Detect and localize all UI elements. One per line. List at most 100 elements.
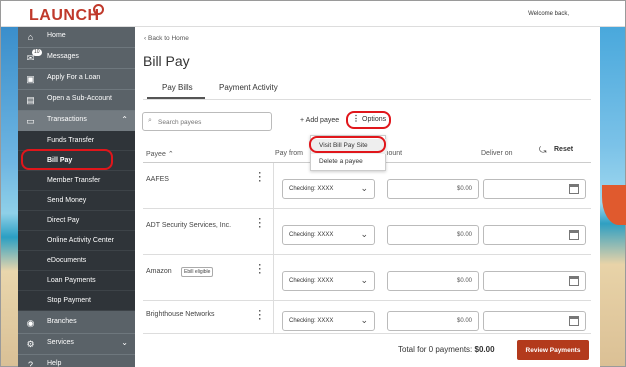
sidebar-subitem-stop-payment[interactable]: Stop Payment: [18, 291, 135, 311]
table-row: Amazon Ebill eligible · · · Checking: XXXX…: [143, 255, 591, 301]
chevron-down-icon: ⌄: [360, 183, 368, 193]
row-menu-icon[interactable]: · · ·: [257, 307, 263, 324]
sidebar-subitem-funds-transfer[interactable]: Funds Transfer: [18, 131, 135, 151]
amount-input[interactable]: $0.00: [387, 179, 479, 199]
tab-pay-bills[interactable]: Pay Bills: [162, 83, 193, 92]
sidebar-subitem-label: Funds Transfer: [47, 137, 95, 144]
amount-input[interactable]: $0.00: [387, 311, 479, 331]
chevron-down-icon: ⌄: [360, 275, 368, 285]
calendar-icon[interactable]: [569, 230, 579, 240]
sidebar-item-home[interactable]: ⌂ Home: [18, 27, 135, 47]
sidebar-subitem-label: Loan Payments: [47, 277, 96, 284]
logo-ring-icon: [93, 4, 104, 15]
sidebar-subitem-member-transfer[interactable]: Member Transfer: [18, 171, 135, 191]
pay-from-value: Checking: XXXX: [289, 278, 334, 284]
sidebar-subitem-label: Send Money: [47, 197, 87, 204]
tab-payment-activity[interactable]: Payment Activity: [219, 83, 278, 92]
chevron-down-icon: ⌄: [121, 338, 128, 347]
search-box: ⌕: [142, 112, 272, 131]
message-count-badge: 10: [32, 49, 42, 56]
column-header-payee[interactable]: Payee ⌃: [146, 150, 174, 158]
top-bar: LAUNCH Welcome back,: [1, 1, 625, 27]
sidebar-item-apply-loan[interactable]: ▣ Apply For a Loan: [18, 69, 135, 89]
payee-name: ADT Security Services, Inc.: [146, 222, 232, 229]
money-icon: ▣: [26, 74, 35, 84]
chevron-up-icon: ⌃: [121, 115, 128, 124]
table-row: ADT Security Services, Inc. · · · Checking…: [143, 209, 591, 255]
row-menu-icon[interactable]: · · ·: [257, 261, 263, 278]
payee-name: Brighthouse Networks: [146, 311, 215, 318]
amount-input[interactable]: $0.00: [387, 225, 479, 245]
sidebar-item-open-sub-account[interactable]: ▤ Open a Sub-Account: [18, 90, 135, 110]
page-title: Bill Pay: [143, 53, 190, 69]
sidebar-item-services[interactable]: ⚙ Services ⌄: [18, 334, 135, 354]
column-header-pay-from: Pay from: [275, 150, 304, 157]
payee-name: Amazon: [146, 268, 172, 275]
sidebar-item-label: Home: [47, 32, 66, 39]
visit-bill-pay-highlight: [309, 136, 386, 153]
sidebar-subitem-loan-payments[interactable]: Loan Payments: [18, 271, 135, 291]
amount-value: $0.00: [456, 186, 472, 192]
home-icon: ⌂: [27, 32, 34, 42]
sort-up-icon: ⌃: [167, 151, 174, 158]
calendar-icon[interactable]: [569, 184, 579, 194]
calendar-icon[interactable]: [569, 276, 579, 286]
calendar-icon[interactable]: [569, 316, 579, 326]
pay-from-select[interactable]: Checking: XXXX ⌄: [282, 271, 375, 291]
row-menu-icon[interactable]: · · ·: [257, 169, 263, 186]
document-icon: ▤: [26, 95, 35, 105]
chevron-down-icon: ⌄: [360, 229, 368, 239]
deliver-on-date-input[interactable]: [483, 179, 586, 199]
divider: [273, 163, 274, 209]
card-icon: ▭: [26, 116, 35, 126]
total-value: $0.00: [474, 345, 495, 354]
amount-value: $0.00: [456, 232, 472, 238]
review-payments-button[interactable]: Review Payments: [517, 340, 589, 360]
sidebar-subitem-label: eDocuments: [47, 257, 87, 264]
table-row: Brighthouse Networks · · · Checking: XXXX …: [143, 301, 591, 333]
menu-item-delete-payee[interactable]: Delete a payee: [311, 155, 387, 170]
amount-input[interactable]: $0.00: [387, 271, 479, 291]
search-input[interactable]: [158, 116, 268, 128]
pay-from-select[interactable]: Checking: XXXX ⌄: [282, 311, 375, 331]
deliver-on-date-input[interactable]: [483, 311, 586, 331]
sidebar-subitem-online-activity-center[interactable]: Online Activity Center: [18, 231, 135, 251]
pay-from-select[interactable]: Checking: XXXX ⌄: [282, 179, 375, 199]
row-menu-icon[interactable]: · · ·: [257, 215, 263, 232]
background-image-left: [1, 27, 18, 366]
ebill-eligible-badge: Ebill eligible: [181, 267, 214, 277]
divider: [273, 209, 274, 255]
sidebar-item-label: Apply For a Loan: [47, 74, 101, 81]
back-link[interactable]: ‹ Back to Home: [144, 35, 189, 42]
sidebar-item-messages[interactable]: ✉ 10 Messages: [18, 48, 135, 68]
column-header-label: Payee: [146, 151, 166, 158]
pay-from-select[interactable]: Checking: XXXX ⌄: [282, 225, 375, 245]
sidebar: ⌂ Home ✉ 10 Messages ▣ Apply For a Loan …: [18, 27, 135, 367]
sidebar-item-help[interactable]: ? Help: [18, 355, 135, 367]
search-icon: ⌕: [148, 117, 152, 124]
sidebar-subitem-direct-pay[interactable]: Direct Pay: [18, 211, 135, 231]
back-link-label: Back to Home: [147, 35, 189, 42]
sidebar-subitem-label: Direct Pay: [47, 217, 80, 224]
sidebar-subitem-label: Member Transfer: [47, 177, 101, 184]
divider: [273, 301, 274, 333]
sidebar-item-branches[interactable]: ◉ Branches: [18, 313, 135, 333]
deliver-on-date-input[interactable]: [483, 271, 586, 291]
welcome-text: Welcome back,: [528, 11, 569, 17]
logo: LAUNCH: [29, 7, 100, 24]
amount-value: $0.00: [456, 278, 472, 284]
divider: [273, 255, 274, 301]
sidebar-subitem-send-money[interactable]: Send Money: [18, 191, 135, 211]
sidebar-subitem-label: Stop Payment: [47, 297, 91, 304]
menu-item-label: Delete a payee: [319, 158, 363, 165]
footer-divider: [143, 333, 591, 334]
deliver-on-date-input[interactable]: [483, 225, 586, 245]
column-header-deliver-on: Deliver on: [481, 150, 513, 157]
help-icon: ?: [27, 360, 33, 367]
sidebar-item-transactions[interactable]: ▭ Transactions ⌃: [18, 111, 135, 131]
add-payee-button[interactable]: + Add payee: [300, 117, 339, 124]
chevron-down-icon: ⌄: [360, 315, 368, 325]
sidebar-subitem-edocuments[interactable]: eDocuments: [18, 251, 135, 271]
gear-icon: ⚙: [26, 339, 35, 349]
reset-button[interactable]: ⤿ Reset: [539, 145, 573, 155]
